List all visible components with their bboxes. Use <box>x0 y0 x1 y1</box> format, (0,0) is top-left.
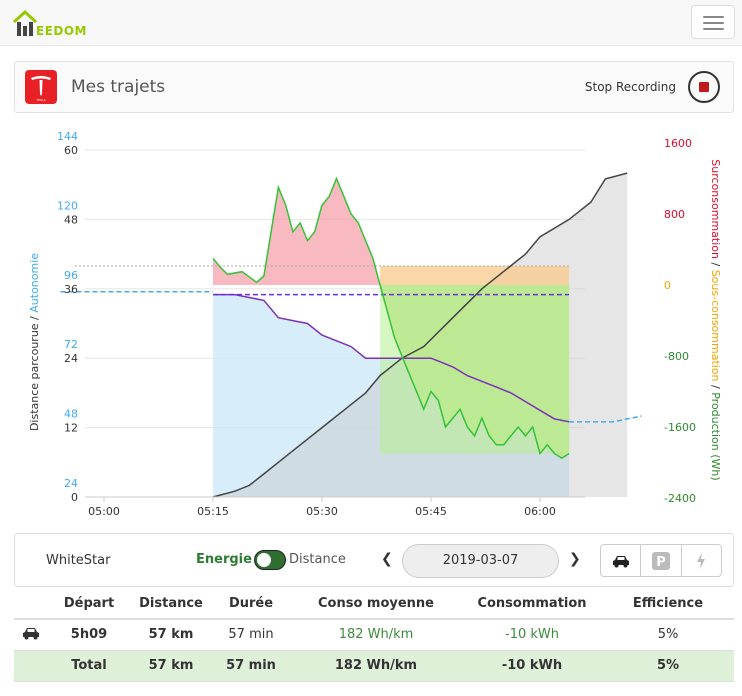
tesla-t-icon <box>31 76 51 96</box>
x-tick-label: 05:00 <box>88 505 120 518</box>
x-tick-label: 05:15 <box>197 505 229 518</box>
energy-tick-label: 800 <box>664 208 685 221</box>
chevron-left-icon[interactable]: ❮ <box>381 551 393 567</box>
energy-tick-label: -1600 <box>664 421 696 434</box>
parking-icon: P <box>651 551 670 570</box>
chevron-right-icon[interactable]: ❯ <box>569 551 581 567</box>
total-consommation: -10 kWh <box>462 650 602 682</box>
parking-mode-button[interactable]: P <box>641 545 682 576</box>
trips-table: Départ Distance Durée Conso moyenne Cons… <box>14 589 734 682</box>
brand-sub: TESLA <box>36 98 46 102</box>
trip-chart: 0 12 24 36 48 60 24 48 72 96 120 144 -2400 -1600 -800 0… <box>28 130 722 518</box>
total-efficience: 5% <box>602 650 734 682</box>
menu-toggle-button[interactable] <box>691 5 735 39</box>
distance-tick-label: 12 <box>64 422 78 435</box>
energy-tick-label: -800 <box>664 350 689 363</box>
jeedom-logo[interactable]: EEDOM <box>12 6 87 38</box>
col-header-depart: Départ <box>48 589 130 620</box>
date-picker[interactable]: 2019-03-07 <box>402 544 559 578</box>
svg-text:P: P <box>656 555 666 570</box>
total-duree: 57 min <box>212 650 290 682</box>
total-distance: 57 km <box>130 650 212 682</box>
cell-duree: 57 min <box>212 619 290 651</box>
vehicle-name: WhiteStar <box>46 553 111 568</box>
row-car-icon <box>14 619 48 651</box>
col-header-duree: Durée <box>212 589 290 620</box>
car-icon <box>23 627 39 640</box>
charge-mode-button[interactable] <box>682 545 721 576</box>
production-band <box>380 285 570 454</box>
page-title: Mes trajets <box>71 77 166 97</box>
total-icon-cell <box>14 650 48 682</box>
trip-controls: WhiteStar Energie Distance ❮ 2019-03-07 … <box>14 533 734 587</box>
trips-panel-header: TESLA Mes trajets Stop Recording <box>14 61 734 113</box>
col-header-consommation: Consommation <box>462 589 602 620</box>
x-tick-label: 05:45 <box>415 505 447 518</box>
logo-text: EEDOM <box>36 24 87 38</box>
energy-tick-label: 0 <box>664 279 671 292</box>
x-tick-label: 05:30 <box>306 505 338 518</box>
autonomie-tick-label: 72 <box>64 338 78 351</box>
cell-efficience: 5% <box>602 619 734 651</box>
hamburger-icon-bar <box>703 28 724 30</box>
car-mode-button[interactable] <box>601 545 642 576</box>
navbar: EEDOM <box>0 0 742 46</box>
autonomie-tick-label: 48 <box>64 408 78 421</box>
car-icon <box>612 555 629 567</box>
distance-tick-label: 48 <box>64 213 78 226</box>
total-label: Total <box>48 650 130 682</box>
stop-recording-label: Stop Recording <box>584 80 676 94</box>
distance-tick-label: 24 <box>64 352 78 365</box>
cell-consommation: -10 kWh <box>462 619 602 651</box>
mode-button-group: P <box>600 544 722 577</box>
autonomie-tick-label: 120 <box>57 199 78 212</box>
toggle-label-distance: Distance <box>289 552 346 567</box>
lightning-icon <box>697 552 706 569</box>
home-icon <box>12 9 38 36</box>
hamburger-icon-bar <box>703 22 724 24</box>
distance-tick-label: 0 <box>71 491 78 504</box>
col-header-distance: Distance <box>130 589 212 620</box>
energy-distance-toggle[interactable] <box>254 550 286 570</box>
col-header-conso: Conso moyenne <box>290 589 462 620</box>
distance-tick-label: 36 <box>64 283 78 296</box>
stop-recording-button[interactable] <box>688 71 720 103</box>
stop-icon <box>699 82 709 92</box>
left-axis-title: Distance parcourue / Autonomie <box>28 253 41 431</box>
energy-tick-label: 1600 <box>664 137 692 150</box>
table-row[interactable]: 5h09 57 km 57 min 182 Wh/km -10 kWh 5% <box>14 619 734 651</box>
energy-tick-label: -2400 <box>664 492 696 505</box>
autonomie-tick-label: 24 <box>64 477 78 490</box>
tesla-logo-icon: TESLA <box>25 70 57 104</box>
right-axis-title: Surconsommation / Sous-consommation / Pr… <box>709 159 722 480</box>
table-header-row: Départ Distance Durée Conso moyenne Cons… <box>14 589 734 620</box>
col-header-efficience: Efficience <box>602 589 734 620</box>
cell-distance: 57 km <box>130 619 212 651</box>
hamburger-icon <box>703 16 724 18</box>
cell-conso: 182 Wh/km <box>290 619 462 651</box>
distance-tick-label: 60 <box>64 144 78 157</box>
col-header-icon <box>14 589 48 620</box>
sous-consommation-band <box>380 266 570 285</box>
total-row: Total 57 km 57 min 182 Wh/km -10 kWh 5% <box>14 650 734 682</box>
autonomie-tick-label: 144 <box>57 130 78 143</box>
cell-depart: 5h09 <box>48 619 130 651</box>
total-conso: 182 Wh/km <box>290 650 462 682</box>
toggle-label-energie: Energie <box>196 552 252 567</box>
x-tick-label: 06:00 <box>524 505 556 518</box>
autonomie-tick-label: 96 <box>64 269 78 282</box>
toggle-knob <box>257 553 271 567</box>
